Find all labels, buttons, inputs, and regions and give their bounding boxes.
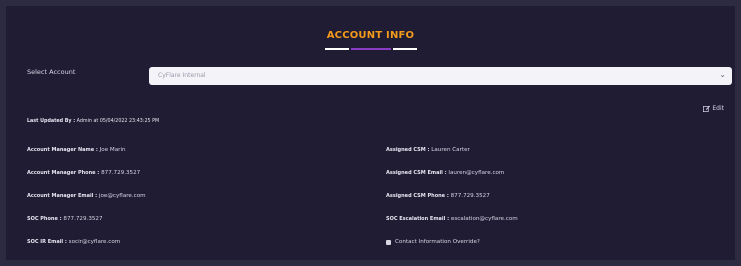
field-value: 877.729.3527 <box>101 170 141 176</box>
field-label: SOC Escalation Email : <box>386 216 450 222</box>
field-value: 877.729.3527 <box>63 216 103 222</box>
field-value: Lauren Carter <box>431 147 470 153</box>
select-account-value: CyFlare Internal <box>158 72 206 79</box>
last-updated: Last Updated By : Admin at 05/04/2022 23… <box>27 119 159 124</box>
field-value: 877.729.3527 <box>450 193 490 199</box>
field-value: escalation@cyflare.com <box>450 216 518 222</box>
contact-override-row: Contact Information Override? <box>386 239 480 245</box>
contact-override-checkbox[interactable] <box>386 239 391 245</box>
field-assigned-csm-email: Assigned CSM Email : lauren@cyflare.com <box>386 170 504 176</box>
title-area: ACCOUNT INFO <box>6 30 735 41</box>
title-underline <box>324 48 417 50</box>
field-value: lauren@cyflare.com <box>448 170 505 176</box>
field-account-manager-email: Account Manager Email : joe@cyflare.com <box>27 193 146 199</box>
last-updated-value: Admin at 05/04/2022 23:43:25 PM <box>76 119 160 124</box>
field-label: SOC IR Email : <box>27 239 67 245</box>
contact-override-label: Contact Information Override? <box>395 239 480 245</box>
field-account-manager-phone: Account Manager Phone : 877.729.3527 <box>27 170 140 176</box>
edit-label: Edit <box>712 105 724 112</box>
page-title: ACCOUNT INFO <box>326 30 415 41</box>
select-account-label: Select Account <box>27 68 76 76</box>
field-label: Account Manager Phone : <box>27 170 100 176</box>
field-soc-escalation-email: SOC Escalation Email : escalation@cyflar… <box>386 216 518 222</box>
field-label: Assigned CSM : <box>386 147 430 153</box>
field-soc-phone: SOC Phone : 877.729.3527 <box>27 216 103 222</box>
field-label: Assigned CSM Email : <box>386 170 447 176</box>
field-value: Joe Marin <box>99 147 126 153</box>
account-info-panel: ACCOUNT INFO Select Account CyFlare Inte… <box>6 6 735 260</box>
underline-right <box>392 48 417 50</box>
edit-pencil-icon <box>703 105 711 112</box>
field-label: Account Manager Email : <box>27 193 98 199</box>
edit-button[interactable]: Edit <box>703 105 724 112</box>
field-label: Assigned CSM Phone : <box>386 193 449 199</box>
field-assigned-csm: Assigned CSM : Lauren Carter <box>386 147 470 153</box>
chevron-down-icon: ⌄ <box>719 70 726 79</box>
field-soc-ir-email: SOC IR Email : socir@cyflare.com <box>27 239 120 245</box>
last-updated-label: Last Updated By : <box>27 119 76 124</box>
underline-middle <box>350 48 391 50</box>
select-account-dropdown[interactable]: CyFlare Internal ⌄ <box>149 67 732 85</box>
field-assigned-csm-phone: Assigned CSM Phone : 877.729.3527 <box>386 193 490 199</box>
field-value: joe@cyflare.com <box>98 193 146 199</box>
field-value: socir@cyflare.com <box>68 239 121 245</box>
field-label: SOC Phone : <box>27 216 62 222</box>
underline-left <box>324 48 349 50</box>
field-label: Account Manager Name : <box>27 147 98 153</box>
field-account-manager-name: Account Manager Name : Joe Marin <box>27 147 126 153</box>
